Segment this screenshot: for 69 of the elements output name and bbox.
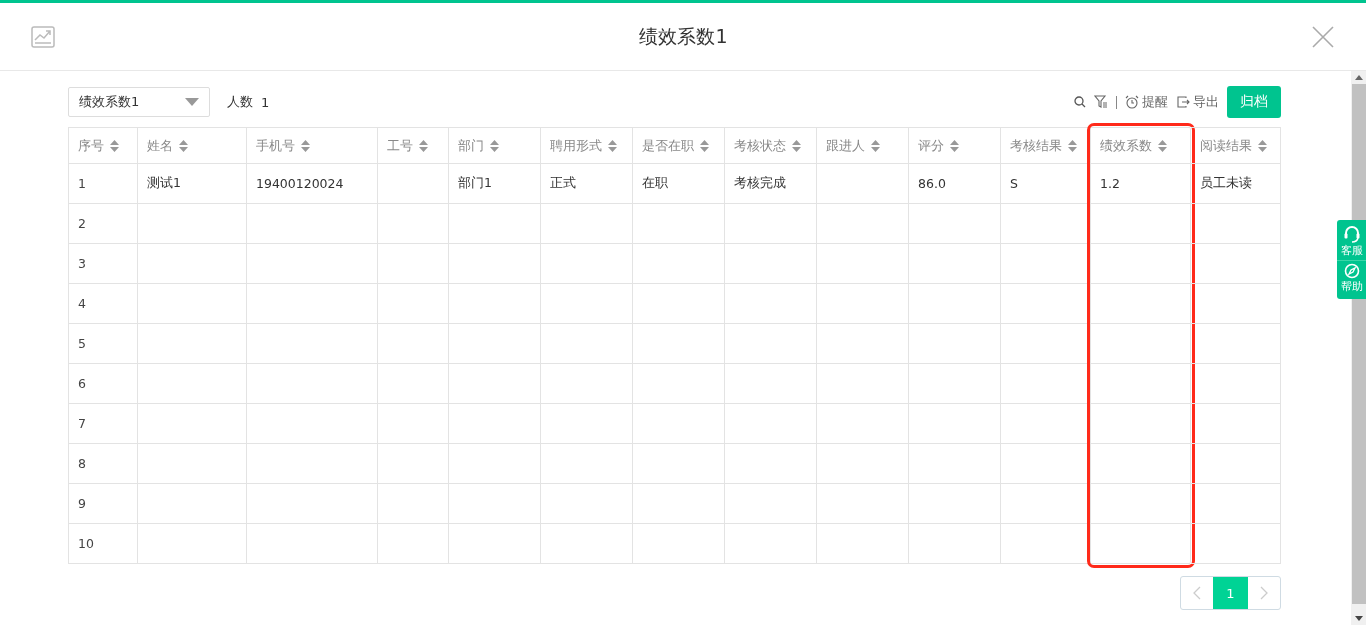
- table-cell: S: [1010, 176, 1018, 191]
- side-widget-item[interactable]: 帮助: [1337, 260, 1366, 296]
- column-header[interactable]: 手机号: [256, 136, 295, 155]
- table-cell: 员工未读: [1200, 175, 1252, 192]
- table-cell: 10: [78, 536, 94, 551]
- side-widget-item[interactable]: 客服: [1337, 223, 1366, 260]
- sort-icon[interactable]: [110, 139, 119, 152]
- table-cell: 4: [78, 296, 86, 311]
- dialog-title: 绩效系数1: [638, 23, 729, 49]
- export-button[interactable]: 导出: [1176, 93, 1219, 111]
- compass-icon: [1343, 263, 1360, 279]
- table-cell: 部门1: [458, 175, 492, 192]
- sort-icon[interactable]: [950, 139, 959, 152]
- previous-icon[interactable]: [1193, 586, 1201, 600]
- remind-button[interactable]: 提醒: [1125, 93, 1168, 111]
- count-value: 1: [261, 94, 270, 110]
- close-icon[interactable]: [1312, 25, 1334, 48]
- scroll-up-icon[interactable]: [1354, 75, 1363, 80]
- sort-icon[interactable]: [608, 139, 617, 152]
- page-button[interactable]: 1: [1213, 577, 1248, 609]
- sort-icon[interactable]: [1068, 139, 1077, 152]
- column-header[interactable]: 考核状态: [734, 136, 786, 155]
- filter-icon[interactable]: [1094, 95, 1108, 109]
- column-header[interactable]: 阅读结果: [1200, 136, 1252, 155]
- table-cell: 86.0: [918, 176, 946, 191]
- sort-icon[interactable]: [792, 139, 801, 152]
- sort-icon[interactable]: [700, 139, 709, 152]
- table-cell: 3: [78, 256, 86, 271]
- archive-button[interactable]: 归档: [1227, 86, 1281, 118]
- export-icon: [1176, 95, 1190, 109]
- table-cell: 1: [78, 176, 86, 191]
- table-cell: 测试1: [147, 175, 181, 192]
- sort-icon[interactable]: [301, 139, 310, 152]
- column-header[interactable]: 绩效系数: [1100, 136, 1152, 155]
- column-header[interactable]: 考核结果: [1010, 136, 1062, 155]
- sort-icon[interactable]: [1258, 139, 1267, 152]
- sort-icon[interactable]: [871, 139, 880, 152]
- chart-icon[interactable]: [31, 25, 55, 48]
- next-icon[interactable]: [1260, 586, 1268, 600]
- sort-icon[interactable]: [179, 139, 188, 152]
- scroll-down-icon[interactable]: [1354, 616, 1363, 621]
- sort-icon[interactable]: [1158, 139, 1167, 152]
- table-cell: 2: [78, 216, 86, 231]
- sort-icon[interactable]: [490, 139, 499, 152]
- table-cell: 在职: [642, 175, 668, 192]
- table-cell: 7: [78, 416, 86, 431]
- column-header[interactable]: 序号: [78, 136, 104, 155]
- table-cell: 19400120024: [256, 176, 344, 191]
- headset-icon: [1342, 225, 1361, 243]
- column-header[interactable]: 聘用形式: [550, 136, 602, 155]
- search-icon[interactable]: [1074, 96, 1086, 108]
- column-header[interactable]: 是否在职: [642, 136, 694, 155]
- table-cell: 6: [78, 376, 86, 391]
- table-cell: 考核完成: [734, 175, 786, 192]
- alarm-clock-icon: [1125, 95, 1139, 109]
- table-cell: 9: [78, 496, 86, 511]
- column-header[interactable]: 部门: [458, 136, 484, 155]
- sort-icon[interactable]: [419, 139, 428, 152]
- column-header[interactable]: 跟进人: [826, 136, 865, 155]
- column-header[interactable]: 工号: [387, 136, 413, 155]
- count-label: 人数: [227, 93, 253, 111]
- column-header[interactable]: 姓名: [147, 136, 173, 155]
- column-header[interactable]: 评分: [918, 136, 944, 155]
- caret-icon[interactable]: [185, 98, 199, 106]
- table-cell: 5: [78, 336, 86, 351]
- table-cell: 正式: [550, 175, 576, 192]
- select-field[interactable]: 绩效系数1: [68, 87, 210, 117]
- table-cell: 1.2: [1100, 176, 1120, 191]
- table-cell: 8: [78, 456, 86, 471]
